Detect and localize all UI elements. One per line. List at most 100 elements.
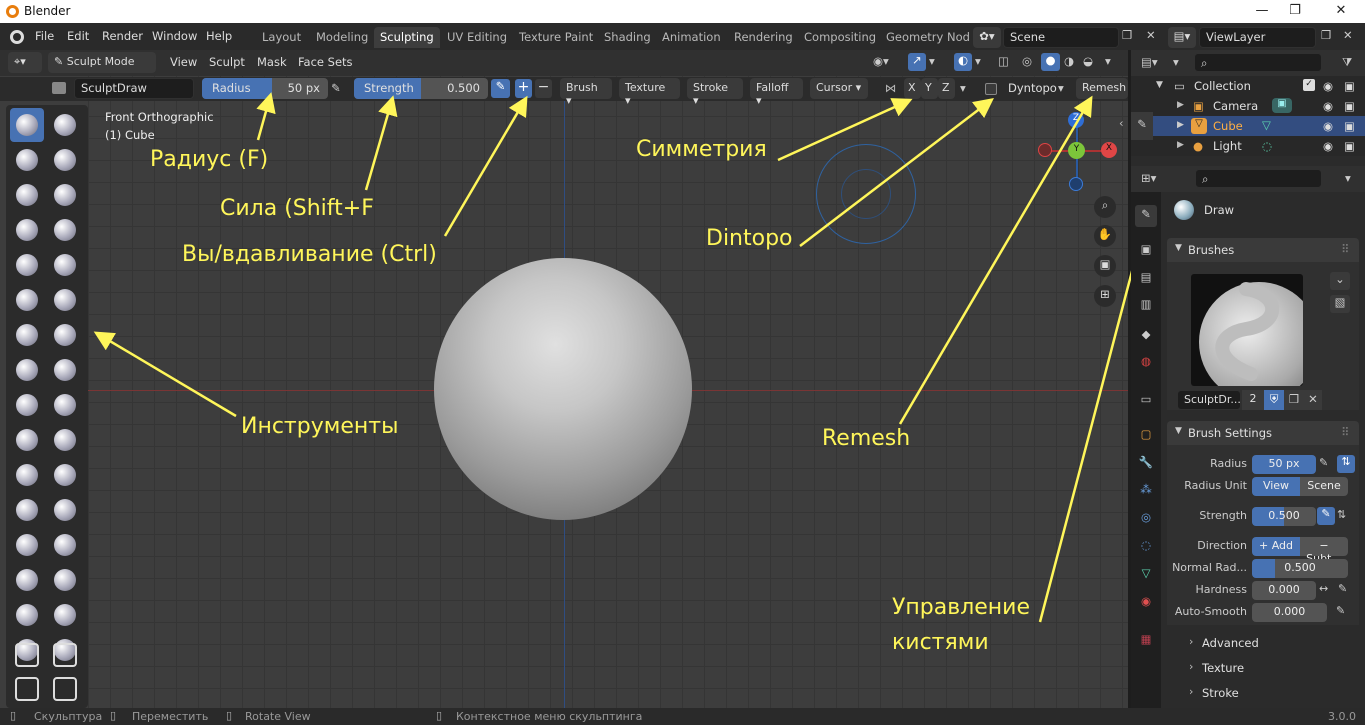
status-move: Переместить: [132, 710, 209, 723]
arrow-symmetry: [777, 98, 913, 162]
arrow-dyntopo: [799, 97, 994, 247]
outliner-item-cube[interactable]: Cube: [1213, 119, 1243, 133]
status-version: 3.0.0: [1328, 710, 1356, 723]
cube-object-icon: ▽: [1191, 118, 1207, 134]
radius-unit-view-button[interactable]: View: [1252, 477, 1300, 496]
status-bar: ▯ Скульптура ▯ Переместить ▯ Rotate View…: [0, 708, 1365, 725]
arrow-strength: [364, 95, 398, 191]
brush-preview-expand-icon[interactable]: ⌄: [1330, 272, 1350, 290]
cube-visibility-icon[interactable]: ◉: [1323, 119, 1333, 133]
light-visibility-icon[interactable]: ◉: [1323, 139, 1333, 153]
collection-checkbox-icon[interactable]: ✓: [1303, 79, 1315, 91]
camera-data-icon: ▣: [1272, 98, 1292, 113]
mouse-drag-icon: ▯: [226, 709, 233, 722]
outliner-item-camera[interactable]: Camera: [1213, 99, 1258, 113]
arrow-direction: [443, 95, 528, 237]
stroke-expand-icon[interactable]: ›: [1189, 685, 1193, 698]
brushes-panel-title: Brushes: [1188, 243, 1235, 257]
cube-mesh-icon: ▽: [1262, 118, 1271, 132]
properties-tab-modifiers-icon[interactable]: 🔧: [1135, 453, 1157, 475]
prop-radius-pressure-icon[interactable]: ✎: [1319, 456, 1328, 469]
properties-tab-texture-icon[interactable]: ▦: [1135, 630, 1157, 652]
light-data-icon: ◌: [1262, 139, 1273, 153]
brush-preview-image[interactable]: [1191, 274, 1303, 386]
cube-expand-icon[interactable]: ▶: [1177, 120, 1184, 130]
prop-normal-radius-value[interactable]: 0.500: [1252, 559, 1348, 578]
brushes-drag-icon[interactable]: ⠿: [1341, 242, 1349, 256]
properties-editor-icon[interactable]: ⊞▾: [1141, 171, 1156, 185]
outliner-filter-icon[interactable]: ▾: [1173, 55, 1179, 69]
camera-object-icon: ▣: [1193, 99, 1204, 113]
camera-expand-icon[interactable]: ▶: [1177, 100, 1184, 110]
properties-tab-view-layer-icon[interactable]: ▥: [1135, 295, 1157, 317]
properties-tab-output-icon[interactable]: ▤: [1135, 268, 1157, 290]
brush-settings-collapse-icon: ▼: [1175, 426, 1182, 436]
mouse-right-icon: ▯: [436, 709, 443, 722]
status-sculpt: Скульптура: [34, 710, 103, 723]
collection-icon: ▭: [1174, 79, 1185, 93]
advanced-expand-icon[interactable]: ›: [1189, 635, 1193, 648]
properties-tab-physics-icon[interactable]: ◎: [1135, 508, 1157, 530]
properties-tab-object-icon[interactable]: ▢: [1135, 425, 1157, 447]
direction-add-toggle[interactable]: + Add: [1252, 537, 1300, 556]
subpanel-texture[interactable]: Texture: [1202, 661, 1244, 675]
brush-datablock-name[interactable]: SculptDr...: [1177, 390, 1241, 410]
camera-render-icon[interactable]: ▣: [1344, 99, 1355, 113]
prop-normal-radius-label: Normal Rad...: [1172, 561, 1247, 574]
mouse-middle-icon: ▯: [110, 709, 117, 722]
properties-options-icon[interactable]: ▾: [1345, 171, 1351, 185]
outliner-editor-icon[interactable]: ▤▾: [1141, 55, 1158, 69]
properties-tab-render-icon[interactable]: ▣: [1135, 240, 1157, 262]
collection-visibility-icon[interactable]: ◉: [1323, 79, 1333, 93]
camera-visibility-icon[interactable]: ◉: [1323, 99, 1333, 113]
light-object-icon: ●: [1193, 139, 1204, 153]
properties-tab-material-icon[interactable]: ◉: [1135, 592, 1157, 614]
prop-hardness-invert-icon[interactable]: ↔: [1319, 582, 1328, 595]
prop-strength-pressure-icon[interactable]: ✎: [1317, 507, 1335, 525]
light-render-icon[interactable]: ▣: [1344, 139, 1355, 153]
prop-strength-value[interactable]: 0.500: [1252, 507, 1316, 526]
prop-hardness-value[interactable]: 0.000: [1252, 581, 1316, 600]
brush-duplicate-icon[interactable]: ❐: [1284, 390, 1304, 410]
mouse-left-icon: ▯: [10, 709, 17, 722]
properties-tab-collection-icon[interactable]: ▭: [1135, 390, 1157, 412]
draw-tool-icon: [1174, 200, 1194, 220]
collection-render-icon[interactable]: ▣: [1344, 79, 1355, 93]
prop-radius-value[interactable]: 50 px: [1252, 455, 1316, 474]
status-rotate-view: Rotate View: [245, 710, 311, 723]
outliner-funnel-icon[interactable]: ⧩: [1342, 55, 1352, 70]
brush-settings-drag-icon[interactable]: ⠿: [1341, 425, 1349, 439]
prop-radius-label: Radius: [1210, 457, 1247, 470]
arrow-tools: [93, 331, 237, 418]
radius-unit-scene-button[interactable]: Scene: [1300, 477, 1348, 496]
outliner-search-input[interactable]: ⌕: [1194, 53, 1322, 72]
light-expand-icon[interactable]: ▶: [1177, 140, 1184, 150]
properties-search-input[interactable]: ⌕: [1195, 169, 1322, 188]
tool-name: Draw: [1204, 203, 1235, 217]
properties-tab-particles-icon[interactable]: ⁂: [1135, 480, 1157, 502]
brush-users-count[interactable]: 2: [1242, 390, 1264, 410]
texture-expand-icon[interactable]: ›: [1189, 660, 1193, 673]
subpanel-stroke[interactable]: Stroke: [1202, 686, 1239, 700]
cube-render-icon[interactable]: ▣: [1344, 119, 1355, 133]
prop-autosmooth-value[interactable]: 0.000: [1252, 603, 1327, 622]
properties-tab-tool-icon[interactable]: ✎: [1135, 205, 1157, 227]
properties-tab-object-data-icon[interactable]: ▽: [1135, 564, 1157, 586]
collection-expand-icon[interactable]: ▼: [1156, 80, 1163, 90]
properties-tab-world-icon[interactable]: ◍: [1135, 352, 1157, 374]
brush-unlink-icon[interactable]: ✕: [1304, 390, 1322, 410]
outliner-item-light[interactable]: Light: [1213, 139, 1242, 153]
brush-fake-user-icon[interactable]: ⛨: [1264, 390, 1284, 410]
prop-radius-unified-icon[interactable]: ⇅: [1337, 455, 1355, 473]
brush-preview-stroke: [1215, 282, 1280, 381]
direction-subtract-toggle[interactable]: − Subt...: [1300, 537, 1348, 565]
outliner-collection[interactable]: Collection: [1194, 79, 1251, 93]
properties-tab-constraints-icon[interactable]: ◌: [1135, 536, 1157, 558]
prop-strength-unified-icon[interactable]: ⇅: [1337, 508, 1346, 521]
prop-autosmooth-pressure-icon[interactable]: ✎: [1336, 604, 1345, 617]
brush-custom-icon[interactable]: ▧: [1330, 295, 1350, 313]
subpanel-advanced[interactable]: Advanced: [1202, 636, 1259, 650]
tool-mode-side-icon[interactable]: ✎: [1131, 112, 1153, 140]
properties-tab-scene-icon[interactable]: ◆: [1135, 325, 1157, 347]
prop-hardness-pressure-icon[interactable]: ✎: [1338, 582, 1347, 595]
